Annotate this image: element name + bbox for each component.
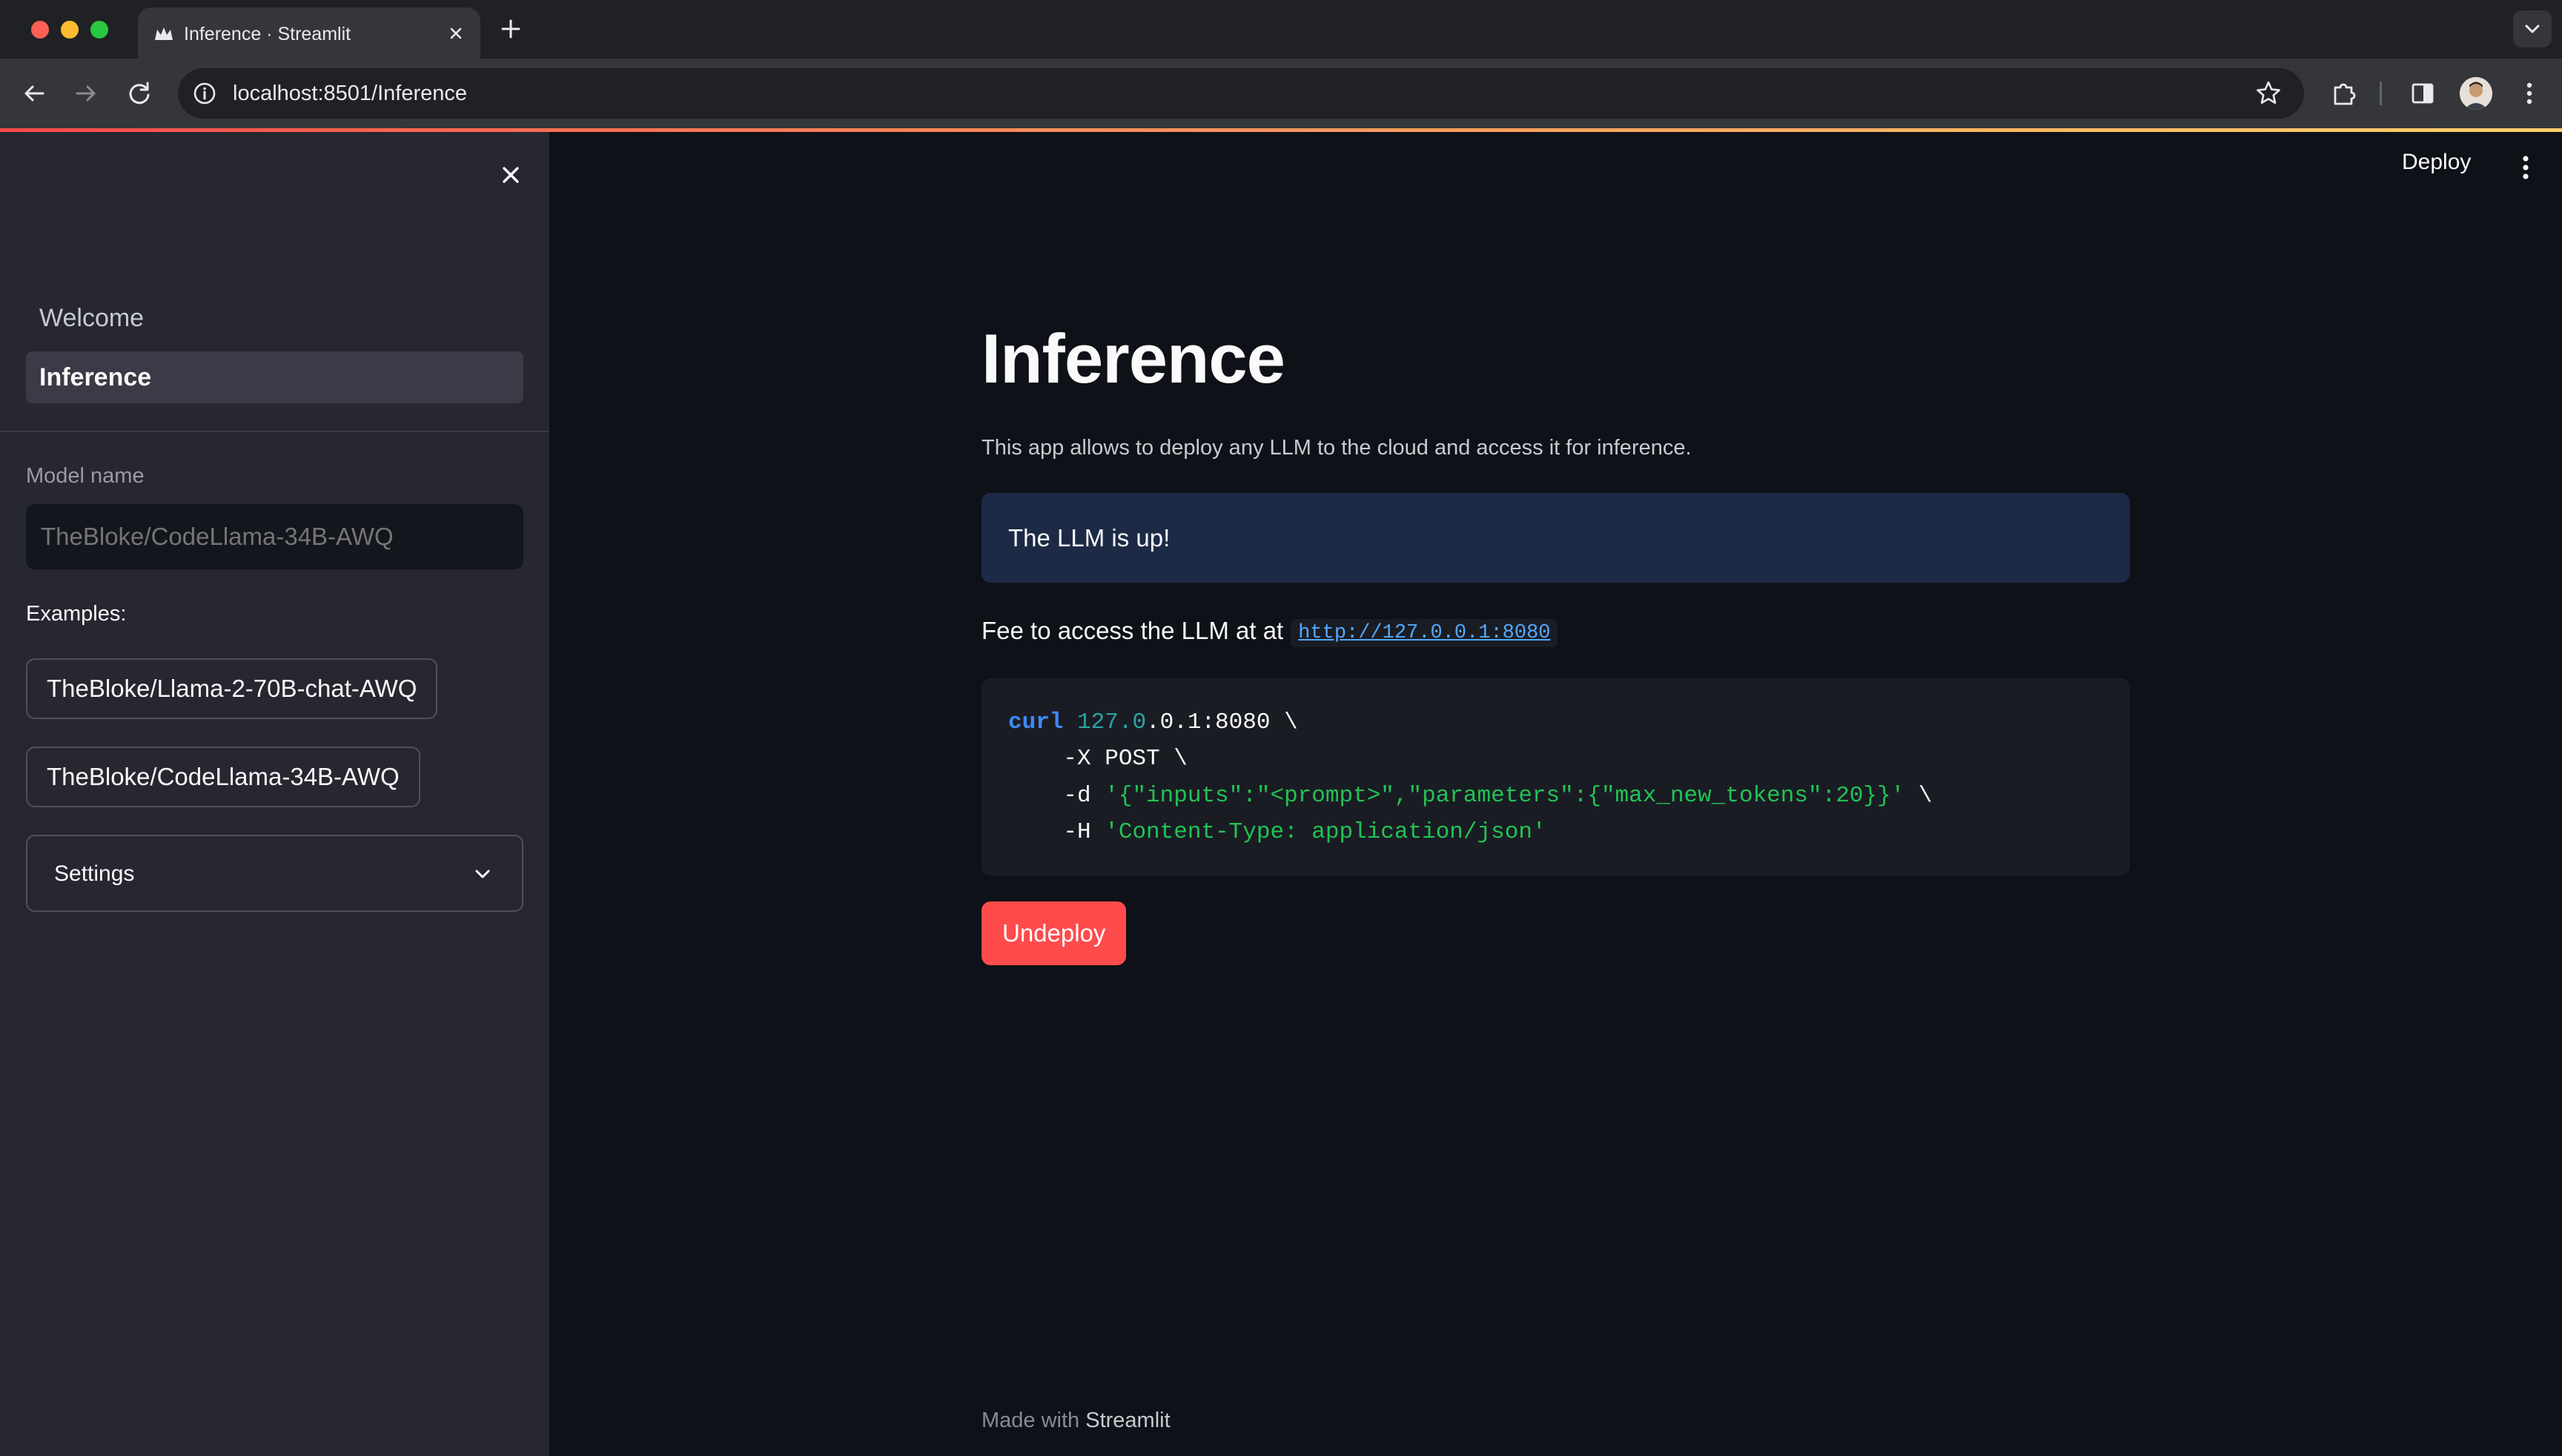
status-message: The LLM is up!	[1008, 524, 1171, 552]
main-menu-icon[interactable]	[2513, 153, 2538, 182]
example-button-llama[interactable]: TheBloke/Llama-2-70B-chat-AWQ	[26, 658, 438, 719]
code-flag: -H	[1008, 819, 1105, 845]
settings-expander[interactable]: Settings	[26, 835, 523, 912]
example-button-codellama[interactable]: TheBloke/CodeLlama-34B-AWQ	[26, 747, 420, 807]
model-name-input[interactable]	[26, 504, 523, 569]
status-info-box: The LLM is up!	[982, 493, 2130, 583]
code-line-4: -H 'Content-Type: application/json'	[1008, 819, 1546, 845]
close-icon[interactable]	[493, 157, 529, 193]
deploy-button[interactable]: Deploy	[2402, 150, 2471, 175]
sidebar: Welcome Inference Model name Examples: T…	[0, 132, 549, 1456]
window-close-button[interactable]	[31, 21, 49, 39]
reload-icon[interactable]	[123, 77, 156, 110]
extensions-icon[interactable]	[2328, 77, 2360, 110]
window-maximize-button[interactable]	[90, 21, 108, 39]
site-info-icon[interactable]	[191, 80, 218, 107]
code-flag: -d	[1008, 783, 1105, 809]
undeploy-button[interactable]: Undeploy	[982, 901, 1127, 965]
sidebar-item-welcome[interactable]: Welcome	[26, 292, 523, 344]
model-name-label: Model name	[26, 464, 145, 488]
window-minimize-button[interactable]	[61, 21, 79, 39]
footer: Made with Streamlit	[982, 1409, 1171, 1433]
sidebar-item-inference[interactable]: Inference	[26, 351, 523, 403]
footer-streamlit-link[interactable]: Streamlit	[1085, 1409, 1170, 1432]
code-number: 127.0	[1077, 709, 1147, 735]
browser-toolbar: localhost:8501/Inference	[0, 59, 2562, 128]
chevron-down-icon	[475, 870, 490, 878]
footer-made-with: Made with	[982, 1409, 1080, 1432]
forward-icon[interactable]	[70, 77, 102, 110]
avatar-icon	[2460, 77, 2492, 110]
code-string: '{"inputs":"<prompt>","parameters":{"max…	[1105, 783, 1905, 809]
side-panel-icon[interactable]	[2406, 77, 2439, 110]
examples-label: Examples:	[26, 602, 127, 626]
tab-search-button[interactable]	[2513, 10, 2552, 47]
back-icon[interactable]	[18, 77, 50, 110]
tab-title: Inference · Streamlit	[184, 24, 351, 44]
address-bar[interactable]: localhost:8501/Inference	[178, 68, 2304, 119]
chevron-down-icon	[2525, 24, 2540, 33]
code-string: 'Content-Type: application/json'	[1105, 819, 1546, 845]
access-paragraph: Fee to access the LLM at at http://127.0.…	[982, 617, 1558, 647]
code-line-2: -X POST \	[1008, 746, 1188, 772]
browser-tab[interactable]: Inference · Streamlit	[138, 7, 480, 59]
endpoint-link[interactable]: http://127.0.0.1:8080	[1291, 619, 1558, 647]
streamlit-crown-icon	[155, 27, 173, 40]
bookmark-star-icon[interactable]	[2254, 79, 2283, 108]
code-rest: .0.1:8080 \	[1146, 709, 1298, 735]
code-line-3: -d '{"inputs":"<prompt>","parameters":{"…	[1008, 783, 1932, 809]
page-title: Inference	[982, 320, 1285, 397]
url-text[interactable]: localhost:8501/Inference	[233, 82, 467, 106]
page-description: This app allows to deploy any LLM to the…	[982, 436, 1692, 460]
curl-code-block: curl 127.0.0.1:8080 \ -X POST \ -d '{"in…	[982, 678, 2130, 876]
browser-menu-icon[interactable]	[2513, 77, 2546, 110]
browser-tab-bar: Inference · Streamlit	[0, 0, 2562, 59]
settings-label: Settings	[54, 861, 135, 886]
new-tab-icon[interactable]	[498, 16, 523, 42]
tab-close-icon[interactable]	[445, 22, 467, 44]
toolbar-divider	[2380, 82, 2382, 105]
sidebar-divider	[0, 431, 549, 432]
profile-avatar[interactable]	[2460, 77, 2492, 110]
access-text: Fee to access the LLM at at	[982, 617, 1284, 644]
code-continuation: \	[1904, 783, 1933, 809]
code-line-1: curl 127.0.0.1:8080 \	[1008, 709, 1298, 735]
code-command: curl	[1008, 709, 1064, 735]
